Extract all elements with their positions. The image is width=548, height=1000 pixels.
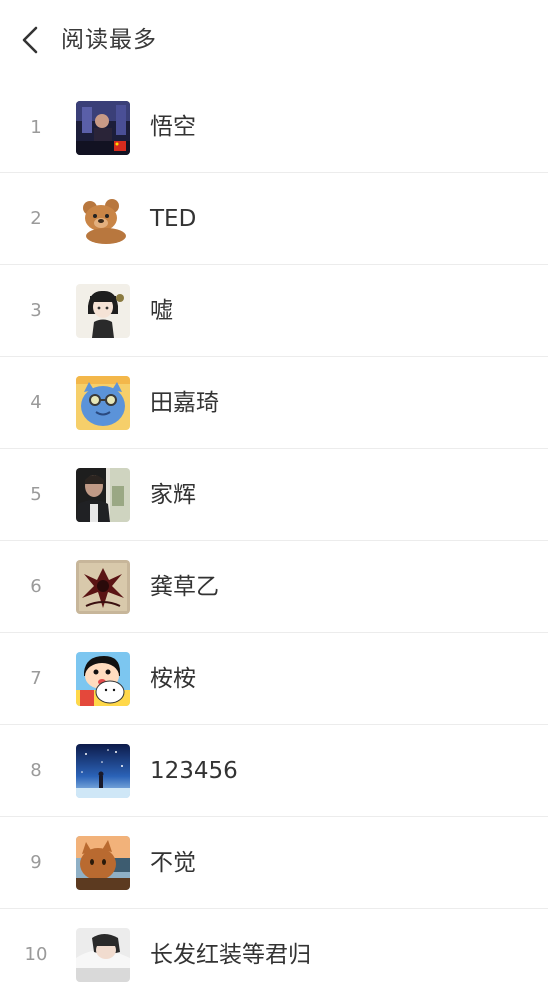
avatar[interactable] [76, 744, 130, 798]
chevron-left-icon [22, 26, 38, 54]
rank-number: 4 [30, 392, 42, 413]
rank-number: 2 [30, 208, 42, 229]
avatar[interactable] [76, 101, 130, 155]
avatar[interactable] [76, 284, 130, 338]
top-bar: 阅读最多 [0, 0, 548, 82]
list-item[interactable]: 4 田嘉琦 [0, 357, 548, 449]
list-item[interactable]: 5 家辉 [0, 449, 548, 541]
rank-number: 8 [30, 760, 42, 781]
avatar[interactable] [76, 836, 130, 890]
rank-number: 5 [30, 484, 42, 505]
back-button[interactable] [14, 22, 46, 58]
avatar[interactable] [76, 652, 130, 706]
list-item[interactable]: 1 悟空 [0, 82, 548, 173]
list-item[interactable]: 10 长发红装等君归 [0, 909, 548, 1000]
user-name: 不觉 [150, 850, 196, 876]
avatar[interactable] [76, 376, 130, 430]
user-name: TED [150, 206, 197, 232]
avatar[interactable] [76, 928, 130, 982]
rank-number: 1 [30, 117, 42, 138]
user-name: 长发红装等君归 [150, 942, 311, 968]
list-item[interactable]: 8 123456 [0, 725, 548, 817]
list-item[interactable]: 9 不觉 [0, 817, 548, 909]
user-name: 家辉 [150, 482, 196, 508]
list-item[interactable]: 7 桉桉 [0, 633, 548, 725]
user-name: 桉桉 [150, 666, 196, 692]
list-item[interactable]: 6 龚草乙 [0, 541, 548, 633]
list-item[interactable]: 3 嘘 [0, 265, 548, 357]
avatar[interactable] [76, 468, 130, 522]
user-name: 龚草乙 [150, 574, 219, 600]
rank-number: 9 [30, 852, 42, 873]
user-name: 田嘉琦 [150, 390, 219, 416]
user-name: 123456 [150, 758, 238, 784]
rank-number: 3 [30, 300, 42, 321]
ranking-list: 1 悟空 2 TED 3 嘘 4 田嘉琦 5 家辉 6 龚草乙 7 桉桉 8 1… [0, 82, 548, 1000]
rank-number: 10 [24, 944, 48, 965]
user-name: 悟空 [150, 114, 196, 140]
avatar[interactable] [76, 192, 130, 246]
avatar[interactable] [76, 560, 130, 614]
user-name: 嘘 [150, 298, 173, 324]
list-item[interactable]: 2 TED [0, 173, 548, 265]
rank-number: 7 [30, 668, 42, 689]
rank-number: 6 [30, 576, 42, 597]
page-title: 阅读最多 [61, 27, 157, 53]
